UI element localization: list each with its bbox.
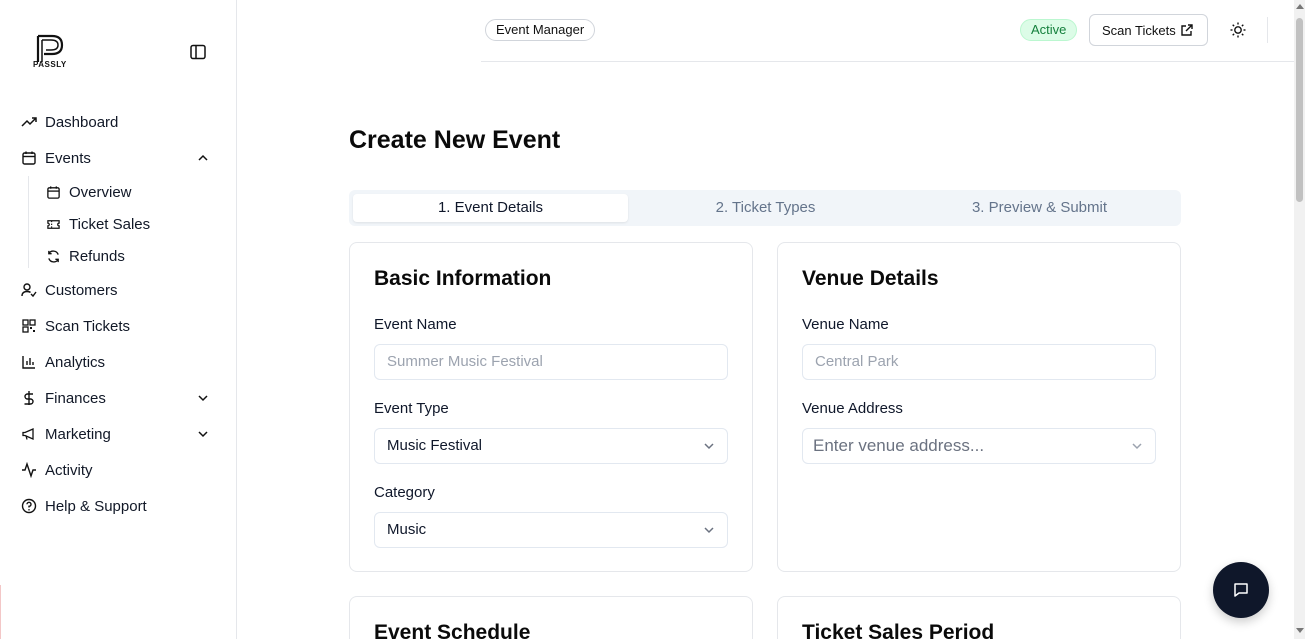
sidebar-item-analytics[interactable]: Analytics — [0, 344, 236, 380]
event-name-input[interactable]: Summer Music Festival — [374, 344, 728, 380]
sidebar-item-label: Events — [45, 149, 91, 167]
venue-address-label: Venue Address — [802, 400, 903, 417]
sidebar-item-scan-tickets[interactable]: Scan Tickets — [0, 308, 236, 344]
scroll-thumb[interactable] — [1296, 18, 1303, 202]
sidebar-subitem-refunds[interactable]: Refunds — [28, 240, 236, 272]
event-type-select[interactable]: Music Festival — [374, 428, 728, 464]
event-type-label: Event Type — [374, 400, 449, 417]
help-circle-icon — [20, 497, 38, 515]
sun-icon[interactable] — [1228, 20, 1248, 40]
event-schedule-card: Event Schedule — [349, 596, 753, 639]
refresh-icon — [45, 248, 61, 264]
card-title: Basic Information — [374, 267, 552, 290]
category-value: Music — [387, 521, 427, 538]
chat-button[interactable] — [1213, 562, 1269, 618]
sidebar-edge-mark — [0, 585, 1, 639]
megaphone-icon — [20, 425, 38, 443]
sidebar-item-marketing[interactable]: Marketing — [0, 416, 236, 452]
category-label: Category — [374, 484, 435, 501]
card-title: Event Schedule — [374, 621, 531, 639]
sidebar-subitem-label: Ticket Sales — [69, 215, 151, 233]
dollar-icon — [20, 389, 38, 407]
external-link-icon — [1181, 24, 1193, 36]
sidebar-item-label: Analytics — [45, 353, 106, 371]
sidebar-item-label: Scan Tickets — [45, 317, 131, 335]
sidebar-item-label: Customers — [45, 281, 118, 299]
logo-text: PASSLY — [33, 60, 67, 69]
sidebar-item-help-support[interactable]: Help & Support — [0, 488, 236, 524]
sidebar-item-events[interactable]: Events — [0, 140, 236, 176]
calendar-icon — [20, 149, 38, 167]
sidebar-item-finances[interactable]: Finances — [0, 380, 236, 416]
page-title: Create New Event — [349, 126, 561, 154]
ticket-icon — [45, 216, 61, 232]
qr-code-icon — [20, 317, 38, 335]
events-submenu: Overview Ticket Sales Refunds — [0, 176, 236, 272]
venue-address-placeholder: Enter venue address... — [813, 436, 985, 455]
event-type-value: Music Festival — [387, 437, 483, 454]
category-select[interactable]: Music — [374, 512, 728, 548]
role-badge: Event Manager — [485, 19, 596, 41]
chevron-down-icon[interactable] — [196, 427, 210, 441]
sidebar-item-label: Activity — [45, 461, 93, 479]
venue-name-input[interactable]: Central Park — [802, 344, 1156, 380]
sidebar-nav: Dashboard Events Overview Ticket Sales R… — [0, 104, 236, 524]
venue-details-card: Venue Details Venue Name Central Park Ve… — [777, 242, 1181, 572]
calendar-icon — [45, 184, 61, 200]
sidebar-item-activity[interactable]: Activity — [0, 452, 236, 488]
chevron-down-icon — [704, 527, 714, 534]
sidebar-item-label: Finances — [45, 389, 106, 407]
header-bottom-border — [481, 61, 1294, 62]
tab-event-details[interactable]: 1. Event Details — [353, 194, 628, 222]
venue-name-label: Venue Name — [802, 316, 889, 333]
sidebar-subitem-ticket-sales[interactable]: Ticket Sales — [28, 208, 236, 240]
scroll-up-arrow-icon[interactable] — [1296, 4, 1304, 9]
chevron-down-icon — [1132, 443, 1142, 450]
basic-information-card: Basic Information Event Name Summer Musi… — [349, 242, 753, 572]
tab-preview-submit[interactable]: 3. Preview & Submit — [902, 194, 1177, 222]
card-title: Venue Details — [802, 267, 939, 290]
tab-ticket-types[interactable]: 2. Ticket Types — [628, 194, 903, 222]
header-divider — [1267, 17, 1268, 43]
sidebar-toggle-icon[interactable] — [189, 43, 207, 61]
sidebar-item-customers[interactable]: Customers — [0, 272, 236, 308]
sidebar-subitem-overview[interactable]: Overview — [28, 176, 236, 208]
activity-icon — [20, 461, 38, 479]
step-tabs: 1. Event Details 2. Ticket Types 3. Prev… — [349, 190, 1181, 226]
sidebar-item-label: Help & Support — [45, 497, 147, 515]
event-name-label: Event Name — [374, 316, 457, 333]
page-scrollbar[interactable] — [1294, 0, 1305, 639]
sidebar-item-dashboard[interactable]: Dashboard — [0, 104, 236, 140]
bar-chart-icon — [20, 353, 38, 371]
chevron-down-icon[interactable] — [196, 391, 210, 405]
message-icon — [1234, 583, 1248, 597]
sidebar-item-label: Marketing — [45, 425, 111, 443]
sidebar-item-label: Dashboard — [45, 113, 119, 131]
sidebar: PASSLY Dashboard Events Overview Ticket … — [0, 0, 237, 639]
scan-tickets-label: Scan Tickets — [1102, 22, 1176, 38]
trending-up-icon — [20, 113, 38, 131]
chevron-down-icon — [704, 443, 714, 450]
sidebar-subitem-label: Overview — [69, 183, 132, 201]
scan-tickets-button[interactable]: Scan Tickets — [1089, 14, 1208, 46]
sidebar-subitem-label: Refunds — [69, 247, 125, 265]
card-title: Ticket Sales Period — [802, 621, 995, 639]
venue-address-select[interactable]: Enter venue address... — [802, 428, 1156, 464]
status-badge: Active — [1020, 19, 1078, 41]
ticket-sales-period-card: Ticket Sales Period — [777, 596, 1181, 639]
scroll-down-arrow-icon[interactable] — [1296, 628, 1304, 633]
user-check-icon — [20, 281, 38, 299]
chevron-up-icon[interactable] — [196, 151, 210, 165]
